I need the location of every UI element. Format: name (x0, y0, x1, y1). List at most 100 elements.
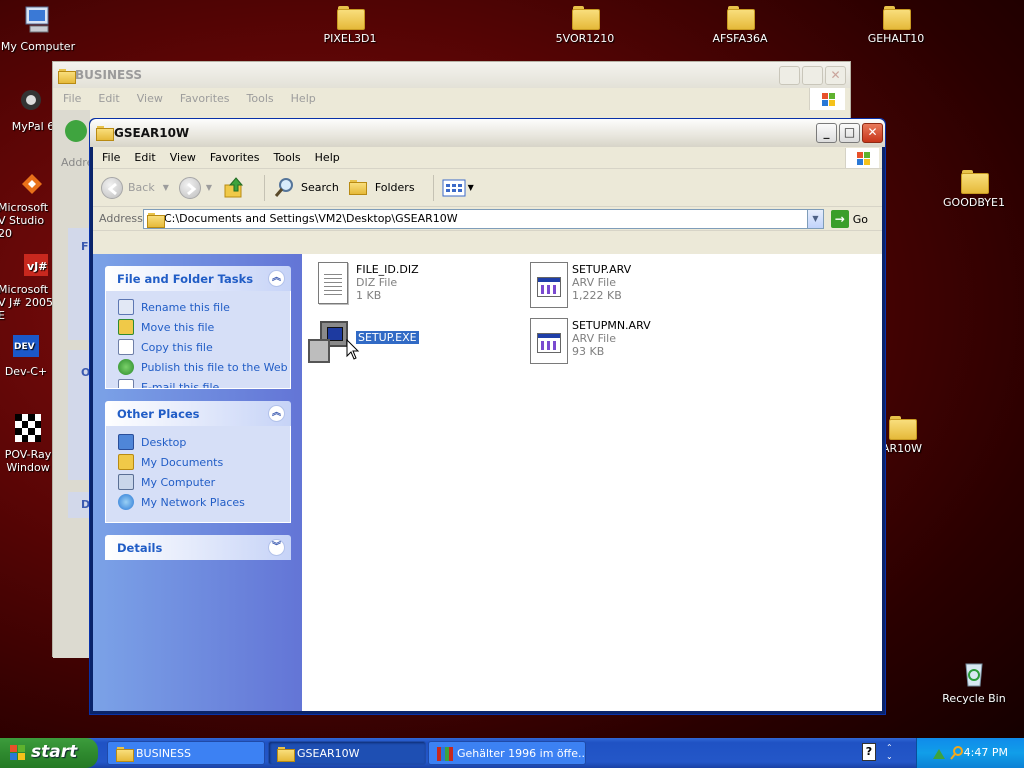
up-folder-button[interactable] (222, 176, 246, 200)
search-tray-icon[interactable] (949, 745, 965, 761)
taskbar-button-business[interactable]: BUSINESS (107, 741, 265, 765)
panel-title: Details (117, 541, 163, 555)
menu-favorites[interactable]: Favorites (180, 92, 230, 106)
back-label: Back (128, 181, 155, 194)
menu-favorites[interactable]: Favorites (210, 151, 267, 164)
place-my-documents[interactable]: My Documents (118, 452, 290, 472)
checkerboard-icon (15, 414, 41, 442)
background-task-panel: Fi (68, 228, 92, 340)
task-rename-file[interactable]: Rename this file (118, 297, 290, 317)
desktop-icon-povray[interactable]: POV-Ray Window (0, 412, 58, 474)
menubar: File Edit View Favorites Tools Help (93, 147, 882, 169)
explorer-window-gsear10w[interactable]: GSEAR10W _ □ ✕ File Edit View Favorites … (89, 118, 886, 715)
panel-header[interactable]: Other Places ︽ (105, 401, 291, 426)
task-email-file[interactable]: E-mail this file (118, 377, 290, 388)
place-label: My Documents (141, 455, 224, 469)
desktop-icon-afsfa36a[interactable]: AFSFA36A (700, 6, 780, 45)
devcpp-icon: DEV (13, 335, 39, 357)
views-button[interactable]: ▼ (442, 179, 474, 197)
menu-view[interactable]: View (137, 92, 163, 106)
taskbar-button-label: Gehälter 1996 im öffe... (457, 747, 586, 760)
visual-studio-icon (22, 174, 42, 194)
back-arrow-icon (101, 176, 123, 199)
forward-button[interactable]: ▼ (178, 176, 212, 199)
desktop-icon-pixel3d1[interactable]: PIXEL3D1 (310, 6, 390, 45)
panel-header[interactable]: File and Folder Tasks ︽ (105, 266, 291, 291)
menu-tools[interactable]: Tools (274, 151, 308, 164)
desktop-icon-recycle-bin[interactable]: Recycle Bin (934, 658, 1014, 705)
address-bar: Address C:\Documents and Settings\VM2\De… (93, 207, 882, 231)
close-button[interactable]: ✕ (825, 66, 846, 85)
menu-file[interactable]: File (63, 92, 81, 106)
task-copy-file[interactable]: Copy this file (118, 337, 290, 357)
network-tray-icon[interactable] (931, 745, 947, 761)
collapse-icon[interactable]: ︽ (268, 405, 285, 422)
go-button[interactable]: → Go (830, 210, 868, 228)
file-item[interactable]: SETUPMN.ARV ARV File 93 KB (528, 316, 651, 364)
file-type: ARV File (572, 332, 616, 345)
start-button[interactable]: start (0, 738, 98, 768)
network-icon (118, 494, 134, 510)
file-item-selected[interactable]: SETUP.EXE (306, 317, 420, 365)
minimize-button[interactable]: _ (816, 123, 837, 143)
computer-icon (25, 6, 49, 33)
menu-tools[interactable]: Tools (247, 92, 274, 106)
folder-icon (883, 6, 911, 30)
desktop-icon-gehalt10[interactable]: GEHALT10 (856, 6, 936, 45)
collapse-icon[interactable]: ︽ (268, 270, 285, 287)
window-body: File Edit View Favorites Tools Help Back… (93, 147, 882, 711)
start-label: start (31, 742, 78, 762)
desktop-icon-goodbye1[interactable]: GOODBYE1 (934, 170, 1014, 209)
desktop-icon-devcpp[interactable]: DEV Dev-C+ (0, 333, 54, 378)
back-arrow-icon[interactable] (65, 120, 87, 142)
email-icon (118, 379, 134, 388)
taskbar-button-gehaelter[interactable]: Gehälter 1996 im öffe... (428, 741, 586, 765)
file-type: ARV File (572, 276, 616, 289)
task-pane: File and Folder Tasks ︽ Rename this file… (93, 254, 302, 711)
menu-edit[interactable]: Edit (98, 92, 119, 106)
panel-title: Other Places (117, 407, 200, 421)
menu-file[interactable]: File (102, 151, 127, 164)
folders-button[interactable]: Folders (348, 179, 415, 196)
other-places-panel: Other Places ︽ Desktop My Documents My C… (105, 401, 291, 523)
panel-header[interactable]: Details ︾ (105, 535, 291, 560)
folder-icon (147, 213, 165, 228)
expand-icon[interactable]: ︾ (268, 539, 285, 556)
taskbar-button-gsear10w[interactable]: GSEAR10W (268, 741, 426, 765)
folder-icon (727, 6, 755, 30)
desktop-icon-ms-visual-studio[interactable]: Microsoft V Studio 20 (0, 170, 56, 240)
task-publish-web[interactable]: Publish this file to the Web (118, 357, 290, 377)
desktop-icon-ms-jsharp[interactable]: vJ# Microsoft V J# 2005 E (0, 252, 56, 322)
desktop-icon-5vor1210[interactable]: 5VOR1210 (545, 6, 625, 45)
menu-edit[interactable]: Edit (134, 151, 162, 164)
back-button[interactable]: Back ▼ (101, 176, 169, 199)
address-dropdown-button[interactable]: ▼ (807, 209, 824, 229)
place-desktop[interactable]: Desktop (118, 432, 290, 452)
clock[interactable]: 4:47 PM (964, 746, 1008, 759)
search-button[interactable]: Search (273, 176, 339, 200)
file-item[interactable]: SETUP.ARV ARV File 1,222 KB (528, 260, 631, 308)
task-move-file[interactable]: Move this file (118, 317, 290, 337)
menu-help[interactable]: Help (291, 92, 316, 106)
place-label: My Network Places (141, 495, 245, 509)
place-my-network-places[interactable]: My Network Places (118, 492, 290, 512)
maximize-button[interactable]: □ (839, 123, 860, 143)
background-window-titlebar[interactable]: BUSINESS ✕ (53, 62, 850, 88)
menu-view[interactable]: View (170, 151, 203, 164)
folder-icon (277, 747, 295, 762)
menu-help[interactable]: Help (315, 151, 347, 164)
text-file-icon (312, 260, 352, 308)
maximize-button[interactable] (802, 66, 823, 85)
close-button[interactable]: ✕ (862, 123, 883, 143)
window-titlebar[interactable]: GSEAR10W _ □ ✕ (90, 119, 885, 147)
arv-file-icon (528, 316, 568, 364)
windows-logo-icon (845, 148, 879, 168)
file-item[interactable]: FILE_ID.DIZ DIZ File 1 KB (312, 260, 419, 308)
help-icon[interactable]: ? (862, 743, 876, 761)
address-input[interactable]: C:\Documents and Settings\VM2\Desktop\GS… (143, 209, 824, 229)
place-my-computer[interactable]: My Computer (118, 472, 290, 492)
desktop-icon-my-computer[interactable]: My Computer (0, 4, 78, 53)
language-toggle-icon[interactable]: ⌃ ⌄ (886, 743, 893, 761)
minimize-button[interactable] (779, 66, 800, 85)
task-label: Copy this file (141, 340, 213, 354)
